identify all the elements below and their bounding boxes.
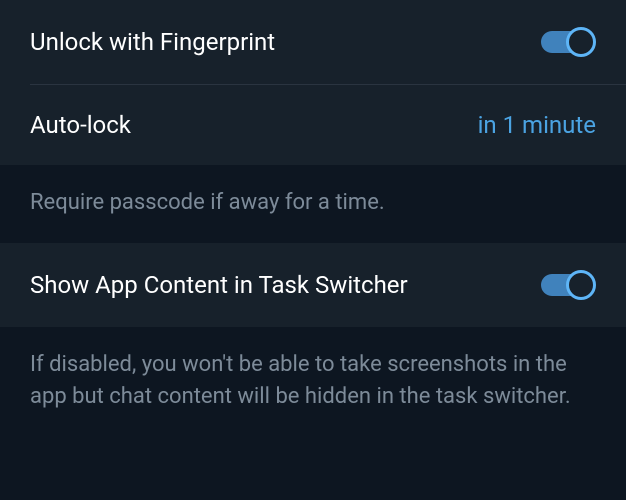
setting-row-autolock[interactable]: Auto-lock in 1 minute: [0, 85, 626, 165]
task-switcher-label: Show App Content in Task Switcher: [30, 271, 408, 299]
autolock-description-section: Require passcode if away for a time.: [0, 165, 626, 243]
fingerprint-toggle[interactable]: [538, 26, 596, 58]
settings-list: Unlock with Fingerprint Auto-lock in 1 m…: [0, 0, 626, 437]
toggle-thumb: [566, 270, 596, 300]
setting-row-fingerprint[interactable]: Unlock with Fingerprint: [0, 0, 626, 84]
setting-row-task-switcher[interactable]: Show App Content in Task Switcher: [0, 243, 626, 327]
task-switcher-toggle[interactable]: [538, 269, 596, 301]
toggle-thumb: [566, 27, 596, 57]
autolock-description: Require passcode if away for a time.: [30, 187, 596, 219]
task-switcher-description-section: If disabled, you won't be able to take s…: [0, 327, 626, 437]
autolock-value: in 1 minute: [478, 111, 596, 139]
autolock-label: Auto-lock: [30, 111, 131, 139]
task-switcher-description: If disabled, you won't be able to take s…: [30, 349, 596, 413]
fingerprint-label: Unlock with Fingerprint: [30, 28, 275, 56]
